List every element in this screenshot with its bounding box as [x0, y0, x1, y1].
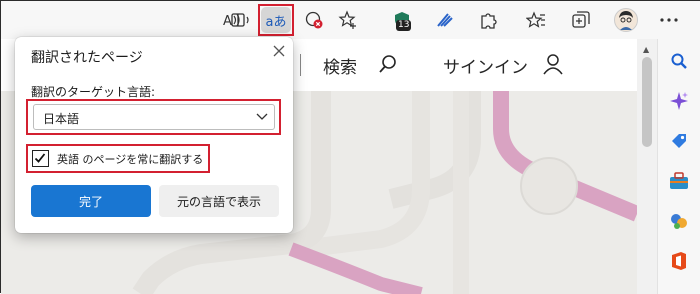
translate-popup: 翻訳されたページ 翻訳のターゲット言語: 日本語 英語 のページを常に翻訳する …	[15, 37, 293, 233]
immersive-reader-icon[interactable]	[228, 7, 254, 33]
always-translate-highlight	[26, 144, 210, 173]
show-original-button[interactable]: 元の言語で表示	[159, 185, 279, 217]
popup-title: 翻訳されたページ	[31, 50, 143, 66]
scroll-up-arrow-icon[interactable]: ▲	[643, 45, 649, 54]
close-icon[interactable]	[269, 41, 289, 61]
extensions-puzzle-icon[interactable]	[475, 7, 501, 33]
extension-badge: 13	[396, 20, 412, 31]
vertical-scrollbar[interactable]: ▲	[637, 39, 657, 294]
browser-toolbar: A aあ 13	[1, 1, 700, 39]
header-divider	[300, 54, 301, 76]
language-select-highlight	[26, 99, 281, 135]
tracking-prevention-icon[interactable]	[301, 7, 327, 33]
signin-link[interactable]: サインイン	[443, 53, 528, 78]
sparkle-icon[interactable]	[667, 89, 691, 113]
office-icon[interactable]	[667, 249, 691, 273]
target-language-label: 翻訳のターゲット言語:	[31, 85, 156, 99]
star-plus-icon[interactable]	[335, 7, 361, 33]
pen-extension-icon[interactable]	[431, 7, 457, 33]
profile-avatar[interactable]	[613, 7, 639, 33]
translate-highlight	[258, 4, 294, 36]
search-icon[interactable]	[378, 54, 398, 78]
done-button[interactable]: 完了	[31, 185, 151, 217]
more-menu-icon[interactable]	[656, 7, 682, 33]
toolbox-icon[interactable]	[667, 169, 691, 193]
favorites-icon[interactable]	[523, 7, 549, 33]
user-icon[interactable]	[543, 53, 563, 79]
games-icon[interactable]	[667, 209, 691, 233]
scroll-thumb[interactable]	[642, 57, 652, 147]
edge-sidebar	[657, 39, 700, 294]
collections-icon[interactable]	[568, 7, 594, 33]
tag-icon[interactable]	[667, 129, 691, 153]
search-icon[interactable]	[667, 49, 691, 73]
site-search-link[interactable]: 検索	[323, 53, 357, 78]
